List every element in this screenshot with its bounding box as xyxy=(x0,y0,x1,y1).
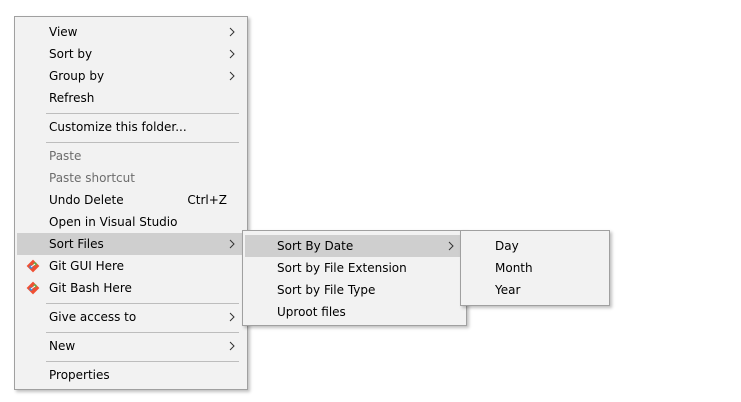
menu-item-sort-by[interactable]: Sort by xyxy=(17,43,245,65)
menu-item-label: Group by xyxy=(49,69,105,83)
chevron-right-icon xyxy=(229,49,235,59)
menu-item-year[interactable]: Year xyxy=(463,279,607,301)
menu-item-refresh[interactable]: Refresh xyxy=(17,87,245,109)
menu-separator xyxy=(46,332,239,333)
menu-item-label: Sort Files xyxy=(49,237,104,251)
menu-item-label: Sort by File Type xyxy=(277,283,376,297)
chevron-right-icon xyxy=(229,27,235,37)
menu-item-month[interactable]: Month xyxy=(463,257,607,279)
menu-separator xyxy=(46,142,239,143)
menu-item-customize[interactable]: Customize this folder... xyxy=(17,116,245,138)
menu-separator xyxy=(46,303,239,304)
menu-item-paste: Paste xyxy=(17,145,245,167)
menu-item-label: Paste xyxy=(49,149,82,163)
menu-item-label: Refresh xyxy=(49,91,95,105)
chevron-right-icon xyxy=(229,71,235,81)
menu-item-git-bash[interactable]: Git Bash Here xyxy=(17,277,245,299)
git-icon xyxy=(26,281,40,295)
menu-item-label: Open in Visual Studio xyxy=(49,215,178,229)
menu-item-label: Git GUI Here xyxy=(49,259,125,273)
menu-item-properties[interactable]: Properties xyxy=(17,364,245,386)
chevron-right-icon xyxy=(229,239,235,249)
menu-separator xyxy=(46,361,239,362)
menu-item-label: Customize this folder... xyxy=(49,120,187,134)
menu-separator xyxy=(46,113,239,114)
menu-item-undo-delete[interactable]: Undo Delete Ctrl+Z xyxy=(17,189,245,211)
menu-item-label: Properties xyxy=(49,368,110,382)
menu-item-label: New xyxy=(49,339,76,353)
menu-item-label: Year xyxy=(495,283,521,297)
menu-item-label: Sort By Date xyxy=(277,239,354,253)
context-menu: View Sort by Group by Refresh Customize … xyxy=(14,16,248,390)
menu-item-day[interactable]: Day xyxy=(463,235,607,257)
menu-item-paste-shortcut: Paste shortcut xyxy=(17,167,245,189)
menu-item-label: Day xyxy=(495,239,519,253)
menu-item-label: View xyxy=(49,25,78,39)
menu-item-view[interactable]: View xyxy=(17,21,245,43)
menu-item-uproot-files[interactable]: Uproot files xyxy=(245,301,464,323)
menu-item-sort-by-date[interactable]: Sort By Date xyxy=(245,235,464,257)
menu-item-label: Undo Delete xyxy=(49,193,124,207)
chevron-right-icon xyxy=(448,241,454,251)
menu-item-label: Sort by xyxy=(49,47,93,61)
menu-item-group-by[interactable]: Group by xyxy=(17,65,245,87)
menu-item-new[interactable]: New xyxy=(17,335,245,357)
menu-item-label: Month xyxy=(495,261,533,275)
menu-item-label: Sort by File Extension xyxy=(277,261,407,275)
menu-item-open-visual-studio[interactable]: Open in Visual Studio xyxy=(17,211,245,233)
menu-item-give-access[interactable]: Give access to xyxy=(17,306,245,328)
menu-item-label: Give access to xyxy=(49,310,137,324)
sort-files-submenu: Sort By Date Sort by File Extension Sort… xyxy=(242,230,467,326)
keyboard-shortcut: Ctrl+Z xyxy=(187,193,227,207)
menu-item-label: Uproot files xyxy=(277,305,346,319)
chevron-right-icon xyxy=(229,312,235,322)
sort-by-date-submenu: Day Month Year xyxy=(460,230,610,306)
menu-item-sort-by-extension[interactable]: Sort by File Extension xyxy=(245,257,464,279)
menu-item-sort-by-type[interactable]: Sort by File Type xyxy=(245,279,464,301)
menu-item-label: Paste shortcut xyxy=(49,171,135,185)
menu-item-git-gui[interactable]: Git GUI Here xyxy=(17,255,245,277)
git-icon xyxy=(26,259,40,273)
menu-item-sort-files[interactable]: Sort Files xyxy=(17,233,245,255)
chevron-right-icon xyxy=(229,341,235,351)
menu-item-label: Git Bash Here xyxy=(49,281,132,295)
